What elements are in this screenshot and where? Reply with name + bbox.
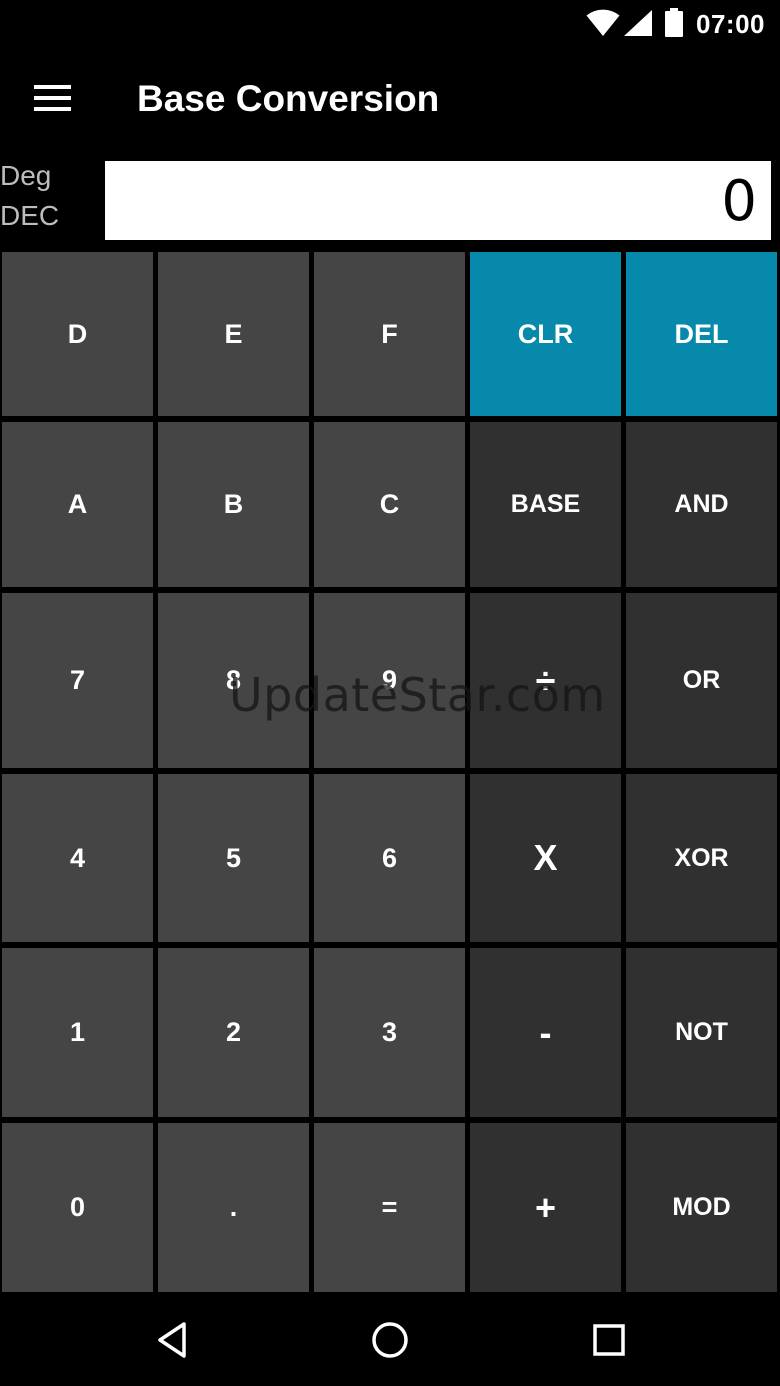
key-5[interactable]: 5 bbox=[158, 774, 309, 942]
key-c[interactable]: C bbox=[314, 422, 465, 587]
key-8[interactable]: 8 bbox=[158, 593, 309, 768]
key-3[interactable]: 3 bbox=[314, 948, 465, 1117]
app-bar: Base Conversion bbox=[0, 48, 780, 152]
key-f[interactable]: F bbox=[314, 252, 465, 416]
clear-button[interactable]: CLR bbox=[470, 252, 621, 416]
key-7[interactable]: 7 bbox=[2, 593, 153, 768]
key-4[interactable]: 4 bbox=[2, 774, 153, 942]
base-button[interactable]: BASE bbox=[470, 422, 621, 587]
not-button[interactable]: NOT bbox=[626, 948, 777, 1117]
subtract-button[interactable]: - bbox=[470, 948, 621, 1117]
key-e[interactable]: E bbox=[158, 252, 309, 416]
wifi-icon bbox=[586, 9, 620, 36]
cell-signal-icon bbox=[624, 10, 652, 36]
status-bar: 07:00 bbox=[0, 0, 780, 48]
battery-icon bbox=[665, 8, 683, 37]
equals-button[interactable]: = bbox=[314, 1123, 465, 1292]
divide-button[interactable]: ÷ bbox=[470, 593, 621, 768]
back-icon[interactable] bbox=[148, 1316, 196, 1364]
key-0[interactable]: 0 bbox=[2, 1123, 153, 1292]
delete-button[interactable]: DEL bbox=[626, 252, 777, 416]
base-mode-label: DEC bbox=[0, 200, 60, 231]
key-2[interactable]: 2 bbox=[158, 948, 309, 1117]
key-d[interactable]: D bbox=[2, 252, 153, 416]
key-b[interactable]: B bbox=[158, 422, 309, 587]
status-time: 07:00 bbox=[696, 9, 765, 39]
hamburger-menu-icon[interactable] bbox=[34, 84, 72, 112]
system-nav-bar bbox=[0, 1294, 780, 1386]
key-6[interactable]: 6 bbox=[314, 774, 465, 942]
recents-icon[interactable] bbox=[585, 1316, 633, 1364]
mod-button[interactable]: MOD bbox=[626, 1123, 777, 1292]
add-button[interactable]: + bbox=[470, 1123, 621, 1292]
key-9[interactable]: 9 bbox=[314, 593, 465, 768]
keypad: D E F CLR DEL A B C BASE AND 7 8 9 ÷ OR … bbox=[0, 252, 780, 1292]
result-display: 0 bbox=[105, 161, 771, 240]
or-button[interactable]: OR bbox=[626, 593, 777, 768]
angle-mode-label: Deg bbox=[0, 160, 52, 191]
page-title: Base Conversion bbox=[137, 78, 440, 119]
mode-labels: Deg DEC bbox=[0, 156, 100, 236]
and-button[interactable]: AND bbox=[626, 422, 777, 587]
xor-button[interactable]: XOR bbox=[626, 774, 777, 942]
key-a[interactable]: A bbox=[2, 422, 153, 587]
key-1[interactable]: 1 bbox=[2, 948, 153, 1117]
decimal-point-button[interactable]: . bbox=[158, 1123, 309, 1292]
multiply-button[interactable]: X bbox=[470, 774, 621, 942]
home-icon[interactable] bbox=[366, 1316, 414, 1364]
